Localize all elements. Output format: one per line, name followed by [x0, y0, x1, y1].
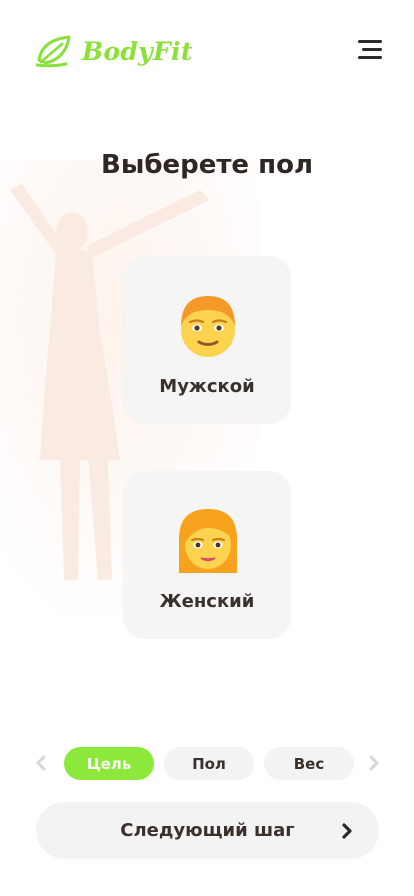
leaf-logo-icon	[36, 35, 71, 68]
hamburger-menu-icon[interactable]	[354, 40, 382, 62]
gender-option-label: Женский	[159, 591, 255, 612]
gender-option-female[interactable]: Женский	[123, 471, 291, 639]
chevron-left-icon[interactable]	[33, 754, 49, 772]
man-emoji-icon	[181, 296, 235, 357]
woman-emoji-icon	[179, 509, 237, 573]
step-tab-gender[interactable]: Пол	[164, 747, 254, 780]
page-title: Выберете пол	[101, 150, 313, 180]
next-step-label: Следующий шаг	[120, 820, 295, 841]
gender-option-male[interactable]: Мужской	[123, 256, 291, 424]
app-header: BodyFit	[0, 0, 414, 100]
step-tab-goal[interactable]: Цель	[64, 747, 154, 780]
step-tab-weight[interactable]: Вес	[264, 747, 354, 780]
menu-line	[358, 40, 382, 43]
chevron-right-icon[interactable]	[366, 754, 382, 772]
gender-option-label: Мужской	[159, 376, 255, 397]
brand-name: BodyFit	[82, 36, 193, 66]
menu-line	[358, 56, 382, 59]
step-navigator: Цель Пол Вес	[0, 745, 414, 781]
chevron-right-icon	[342, 823, 352, 839]
brand-logo[interactable]: BodyFit	[36, 34, 193, 68]
menu-line	[362, 48, 382, 51]
next-step-button[interactable]: Следующий шаг	[36, 802, 379, 859]
